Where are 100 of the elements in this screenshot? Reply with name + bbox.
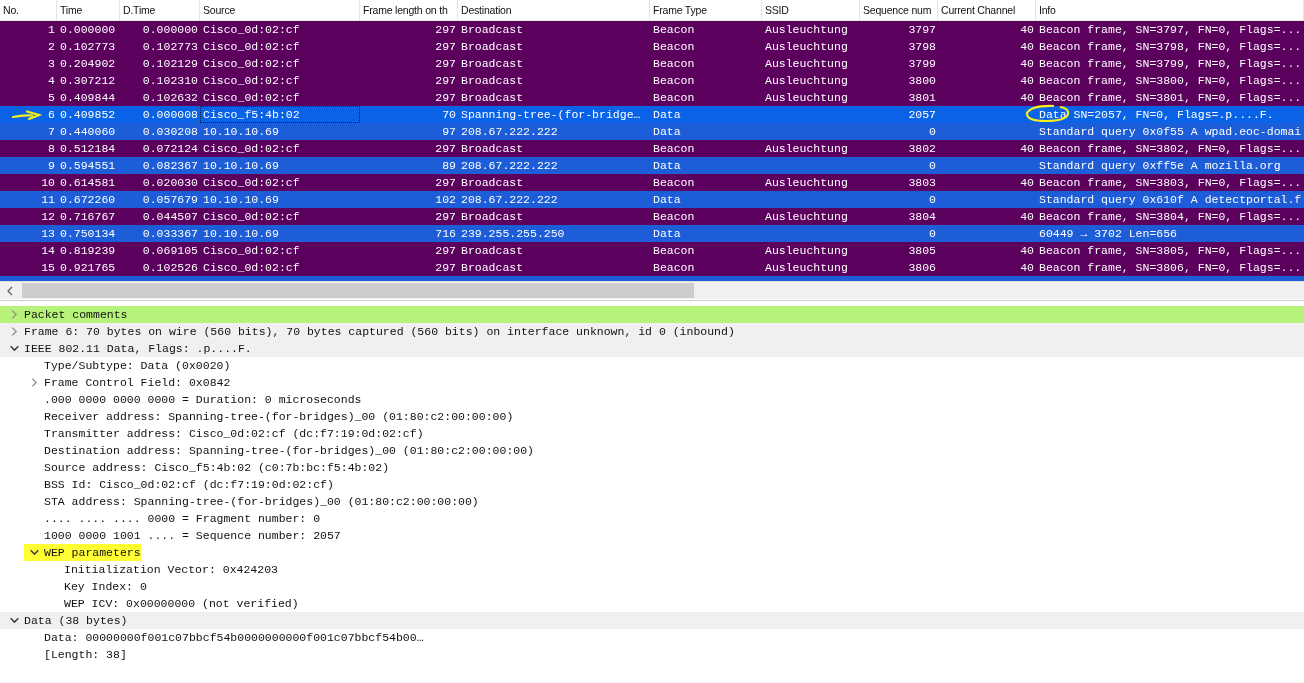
tree-item[interactable]: Source address: Cisco_f5:4b:02 (c0:7b:bc:f5:4b:02) [44, 459, 390, 476]
column-header[interactable]: SSID [762, 0, 860, 20]
chevron-down-icon[interactable] [8, 615, 20, 626]
packet-row[interactable]: 15 0.921765 0.102526 Cisco_0d:02:cf 297 Broadcast Beacon Ausleuchtung 3806 40 Beacon frame, SN=3806, FN=0, Flags=.... [0, 259, 1304, 276]
table-cell: Data SN=2057, FN=0, Flags=.p....F. [1039, 108, 1274, 121]
table-cell: 1 [48, 23, 55, 36]
packet-row[interactable]: 2 0.102773 0.102773 Cisco_0d:02:cf 297 Broadcast Beacon Ausleuchtung 3798 40 Beacon frame, SN=3798, FN=0, Flags=.... [0, 38, 1304, 55]
table-cell: 0.057679 [142, 193, 198, 206]
table-cell: 3799 [908, 57, 936, 70]
table-cell: 60449 → 3702 Len=656 [1039, 227, 1178, 240]
tree-item[interactable]: BSS Id: Cisco_0d:02:cf (dc:f7:19:0d:02:cf) [44, 476, 334, 493]
tree-item[interactable]: Key Index: 0 [64, 578, 147, 595]
table-cell: 0.000000 [142, 23, 198, 36]
table-cell: 2 [48, 40, 55, 53]
tree-item[interactable]: WEP ICV: 0x00000000 (not verified) [64, 595, 299, 612]
table-cell: Cisco_f5:4b:02 [203, 108, 300, 121]
scroll-left-icon[interactable] [6, 285, 14, 296]
table-cell: 5 [48, 91, 55, 104]
tree-item[interactable]: STA address: Spanning-tree-(for-bridges)_00 (01:80:c2:00:00:00) [44, 493, 479, 510]
column-header[interactable]: Destination [458, 0, 650, 20]
table-cell: 297 [435, 244, 456, 257]
tree-item[interactable]: .000 0000 0000 0000 = Duration: 0 microseconds [44, 391, 362, 408]
table-cell: 0.000008 [142, 108, 198, 121]
packet-row[interactable]: 9 0.594551 0.082367 10.10.10.69 89 208.67.222.222 Data 0 Standard query 0xff5e A mozilla.org [0, 157, 1304, 174]
tree-item[interactable]: Type/Subtype: Data (0x0020) [44, 357, 231, 374]
column-header[interactable]: Sequence num [860, 0, 938, 20]
table-cell: 297 [435, 261, 456, 274]
table-cell: Data [653, 108, 681, 121]
table-cell: 3805 [908, 244, 936, 257]
table-cell: Broadcast [461, 244, 524, 257]
packet-row[interactable]: 7 0.440060 0.030208 10.10.10.69 97 208.67.222.222 Data 0 Standard query 0x0f55 A wpad.eoc-domai [0, 123, 1304, 140]
table-cell: Cisco_0d:02:cf [203, 91, 300, 104]
table-cell: Data [653, 159, 681, 172]
table-cell: 0.102632 [142, 91, 198, 104]
selected-packet-row[interactable]: 6 0.409852 0.000008 Cisco_f5:4b:02 70 Spanning-tree-(for-bridge… Data 2057 Data SN=2057, FN=0, Flags=.p....F. [0, 106, 1304, 123]
table-cell: 7 [48, 125, 55, 138]
table-cell: 0.614581 [60, 176, 116, 189]
column-header[interactable]: Time [57, 0, 120, 20]
table-cell: 0.102526 [142, 261, 198, 274]
table-cell: 0.819239 [60, 244, 116, 257]
table-cell: 0.069105 [142, 244, 198, 257]
table-cell: 0 [929, 193, 936, 206]
packet-row[interactable]: 10 0.614581 0.020030 Cisco_0d:02:cf 297 Broadcast Beacon Ausleuchtung 3803 40 Beacon frame, SN=3803, FN=0, Flags=.... [0, 174, 1304, 191]
chevron-down-icon[interactable] [28, 547, 40, 558]
table-cell: 239.255.255.250 [461, 227, 565, 240]
tree-item[interactable]: WEP parameters [44, 544, 141, 561]
table-cell: 0.716767 [60, 210, 116, 223]
table-cell: Ausleuchtung [765, 23, 848, 36]
table-cell: 208.67.222.222 [461, 159, 558, 172]
tree-item[interactable]: [Length: 38] [44, 646, 127, 663]
table-cell: 0.921765 [60, 261, 116, 274]
tree-item[interactable]: Frame Control Field: 0x0842 [44, 374, 231, 391]
table-cell: 40 [1020, 40, 1034, 53]
tree-item[interactable]: 1000 0000 1001 .... = Sequence number: 2057 [44, 527, 341, 544]
table-cell: 297 [435, 74, 456, 87]
table-cell: Cisco_0d:02:cf [203, 57, 300, 70]
tree-item[interactable]: Data: 00000000f001c07bbcf54b0000000000f001c07bbcf54b00… [44, 629, 424, 646]
packet-row[interactable]: 13 0.750134 0.033367 10.10.10.69 716 239.255.255.250 Data 0 60449 → 3702 Len=656 [0, 225, 1304, 242]
column-header[interactable]: D.Time [120, 0, 200, 20]
chevron-down-icon[interactable] [8, 343, 20, 354]
tree-item[interactable]: Destination address: Spanning-tree-(for-bridges)_00 (01:80:c2:00:00:00) [44, 442, 534, 459]
table-cell: Beacon frame, SN=3804, FN=0, Flags=.... [1039, 210, 1304, 223]
packet-row[interactable]: 4 0.307212 0.102310 Cisco_0d:02:cf 297 Broadcast Beacon Ausleuchtung 3800 40 Beacon frame, SN=3800, FN=0, Flags=.... [0, 72, 1304, 89]
column-header[interactable]: Source [200, 0, 360, 20]
packet-row[interactable]: 1 0.000000 0.000000 Cisco_0d:02:cf 297 Broadcast Beacon Ausleuchtung 3797 40 Beacon frame, SN=3797, FN=0, Flags=.... [0, 21, 1304, 38]
table-cell: 40 [1020, 210, 1034, 223]
tree-item[interactable]: Data (38 bytes) [24, 612, 128, 629]
table-cell: 0.072124 [142, 142, 198, 155]
table-cell: Beacon frame, SN=3803, FN=0, Flags=.... [1039, 176, 1304, 189]
tree-item[interactable]: Initialization Vector: 0x424203 [64, 561, 278, 578]
tree-item[interactable]: Receiver address: Spanning-tree-(for-bridges)_00 (01:80:c2:00:00:00) [44, 408, 514, 425]
table-cell: Beacon frame, SN=3805, FN=0, Flags=.... [1039, 244, 1304, 257]
table-cell: Broadcast [461, 176, 524, 189]
table-cell: 70 [442, 108, 456, 121]
packet-row[interactable]: 11 0.672260 0.057679 10.10.10.69 102 208.67.222.222 Data 0 Standard query 0x610f A detectportal.f [0, 191, 1304, 208]
column-header[interactable]: Current Channel [938, 0, 1036, 20]
table-cell: Cisco_0d:02:cf [203, 142, 300, 155]
column-header[interactable]: Info [1036, 0, 1304, 20]
tree-item[interactable]: .... .... .... 0000 = Fragment number: 0 [44, 510, 321, 527]
tree-item[interactable]: IEEE 802.11 Data, Flags: .p....F. [24, 340, 252, 357]
tree-item[interactable]: Transmitter address: Cisco_0d:02:cf (dc:f7:19:0d:02:cf) [44, 425, 424, 442]
table-cell: 10.10.10.69 [203, 193, 279, 206]
horizontal-scrollbar[interactable] [0, 281, 1304, 299]
column-header[interactable]: Frame Type [650, 0, 762, 20]
packet-row[interactable]: 12 0.716767 0.044507 Cisco_0d:02:cf 297 Broadcast Beacon Ausleuchtung 3804 40 Beacon frame, SN=3804, FN=0, Flags=.... [0, 208, 1304, 225]
table-cell: 0.044507 [142, 210, 198, 223]
tree-item[interactable]: Packet comments [24, 306, 128, 323]
table-cell: 4 [48, 74, 55, 87]
table-cell: Cisco_0d:02:cf [203, 74, 300, 87]
table-cell: 208.67.222.222 [461, 193, 558, 206]
packet-row[interactable]: 14 0.819239 0.069105 Cisco_0d:02:cf 297 Broadcast Beacon Ausleuchtung 3805 40 Beacon frame, SN=3805, FN=0, Flags=.... [0, 242, 1304, 259]
table-cell: Beacon [653, 57, 695, 70]
packet-row[interactable]: 3 0.204902 0.102129 Cisco_0d:02:cf 297 Broadcast Beacon Ausleuchtung 3799 40 Beacon frame, SN=3799, FN=0, Flags=.... [0, 55, 1304, 72]
column-header[interactable]: No. [0, 0, 57, 20]
packet-row[interactable]: 8 0.512184 0.072124 Cisco_0d:02:cf 297 Broadcast Beacon Ausleuchtung 3802 40 Beacon frame, SN=3802, FN=0, Flags=.... [0, 140, 1304, 157]
column-header[interactable]: Frame length on th [360, 0, 458, 20]
table-cell: 3 [48, 57, 55, 70]
scrollbar-thumb[interactable] [22, 283, 694, 298]
table-cell: Beacon frame, SN=3797, FN=0, Flags=.... [1039, 23, 1304, 36]
packet-row[interactable]: 5 0.409844 0.102632 Cisco_0d:02:cf 297 Broadcast Beacon Ausleuchtung 3801 40 Beacon frame, SN=3801, FN=0, Flags=.... [0, 89, 1304, 106]
